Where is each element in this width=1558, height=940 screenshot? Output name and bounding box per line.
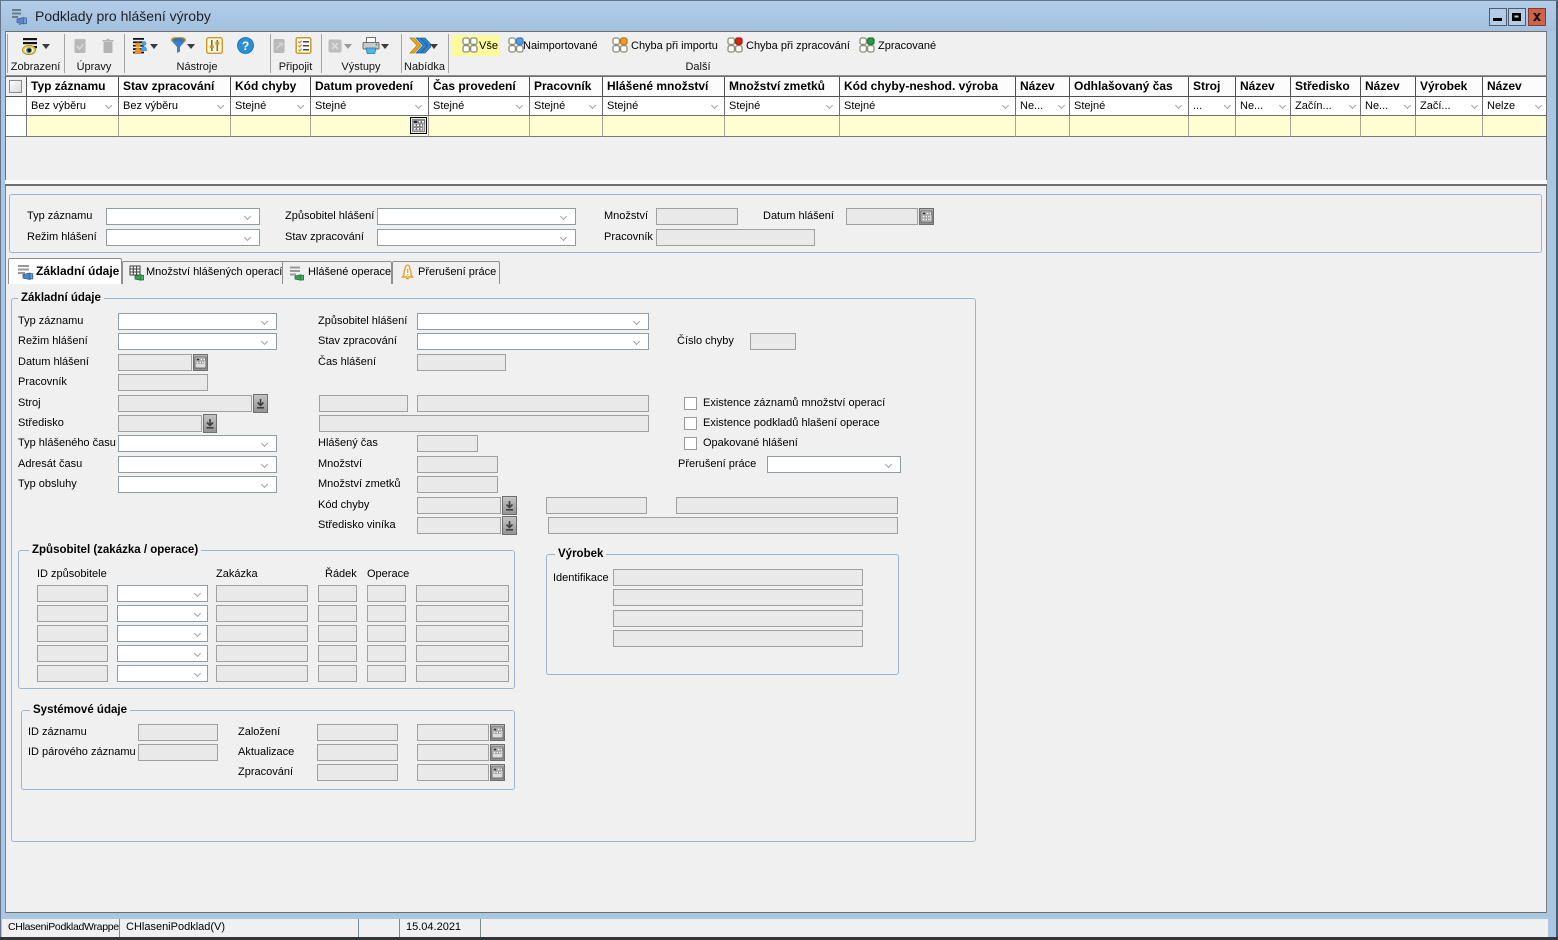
svg-text:?: ? [242,39,249,53]
